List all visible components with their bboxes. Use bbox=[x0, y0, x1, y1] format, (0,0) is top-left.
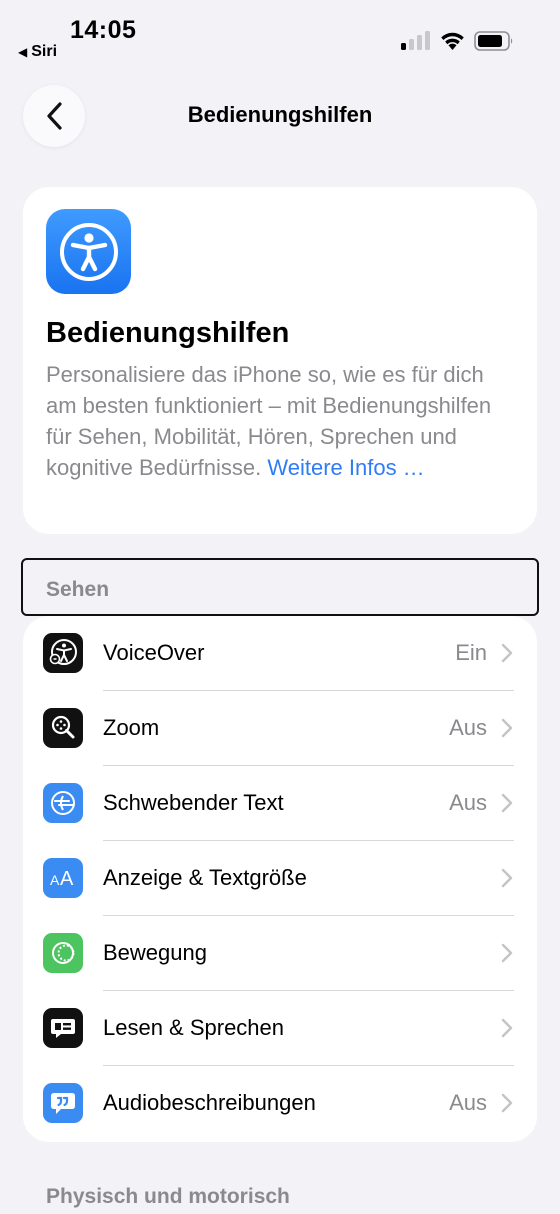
back-to-app-link[interactable]: ◀ Siri bbox=[18, 43, 57, 61]
status-bar: 14:05 ◀ Siri bbox=[0, 0, 560, 70]
accessibility-icon bbox=[46, 209, 131, 294]
list-item-label: VoiceOver bbox=[103, 640, 205, 665]
svg-text:A: A bbox=[60, 868, 74, 890]
hover-text-icon bbox=[43, 783, 83, 823]
list-item-value: Aus bbox=[449, 790, 487, 815]
battery-icon bbox=[474, 31, 513, 51]
chevron-right-icon bbox=[501, 1093, 513, 1113]
svg-text:A: A bbox=[50, 872, 60, 888]
intro-description: Personalisiere das iPhone so, wie es für… bbox=[46, 359, 516, 483]
intro-card: Bedienungshilfen Personalisiere das iPho… bbox=[23, 187, 537, 534]
list-item-display-text-size[interactable]: A A Anzeige & Textgröße bbox=[23, 841, 537, 916]
list-item-label: Bewegung bbox=[103, 940, 207, 965]
wifi-icon bbox=[441, 32, 464, 50]
list-item-spoken-content[interactable]: Lesen & Sprechen bbox=[23, 991, 537, 1066]
list-item-value: Aus bbox=[449, 1090, 487, 1115]
list-item-value: Ein bbox=[455, 640, 487, 665]
cellular-signal-icon bbox=[401, 31, 430, 50]
list-item-voiceover[interactable]: VoiceOver Ein bbox=[23, 616, 537, 691]
zoom-icon bbox=[43, 708, 83, 748]
back-triangle-icon: ◀ bbox=[18, 45, 28, 59]
more-info-link[interactable]: Weitere Infos … bbox=[267, 455, 424, 480]
audio-descriptions-icon bbox=[43, 1083, 83, 1123]
list-item-label: Anzeige & Textgröße bbox=[103, 865, 307, 890]
list-item-label: Zoom bbox=[103, 715, 160, 740]
intro-title: Bedienungshilfen bbox=[46, 317, 290, 349]
list-item-audio-descriptions[interactable]: Audiobeschreibungen Aus bbox=[23, 1066, 537, 1141]
text-size-icon: A A bbox=[43, 858, 83, 898]
voiceover-icon bbox=[43, 633, 83, 673]
back-app-label: Siri bbox=[31, 43, 58, 60]
list-item-zoom[interactable]: Zoom Aus bbox=[23, 691, 537, 766]
status-time: 14:05 bbox=[70, 16, 137, 44]
chevron-right-icon bbox=[501, 643, 513, 663]
section-header-vision: Sehen bbox=[46, 578, 110, 601]
spoken-content-icon bbox=[43, 1008, 83, 1048]
list-item-value: Aus bbox=[449, 715, 487, 740]
list-item-motion[interactable]: Bewegung bbox=[23, 916, 537, 991]
list-item-label: Schwebender Text bbox=[103, 790, 284, 815]
section-header-physical-motor: Physisch und motorisch bbox=[46, 1185, 290, 1208]
vision-settings-list: VoiceOver Ein Zoom Aus Schwebender Text … bbox=[23, 616, 537, 1142]
chevron-right-icon bbox=[501, 793, 513, 813]
list-item-label: Lesen & Sprechen bbox=[103, 1015, 285, 1040]
motion-icon bbox=[43, 933, 83, 973]
chevron-right-icon bbox=[501, 943, 513, 963]
chevron-right-icon bbox=[501, 718, 513, 738]
chevron-right-icon bbox=[501, 1018, 513, 1038]
list-item-label: Audiobeschreibungen bbox=[103, 1090, 316, 1115]
list-item-hover-text[interactable]: Schwebender Text Aus bbox=[23, 766, 537, 841]
chevron-right-icon bbox=[501, 868, 513, 888]
page-title: Bedienungshilfen bbox=[187, 102, 373, 127]
